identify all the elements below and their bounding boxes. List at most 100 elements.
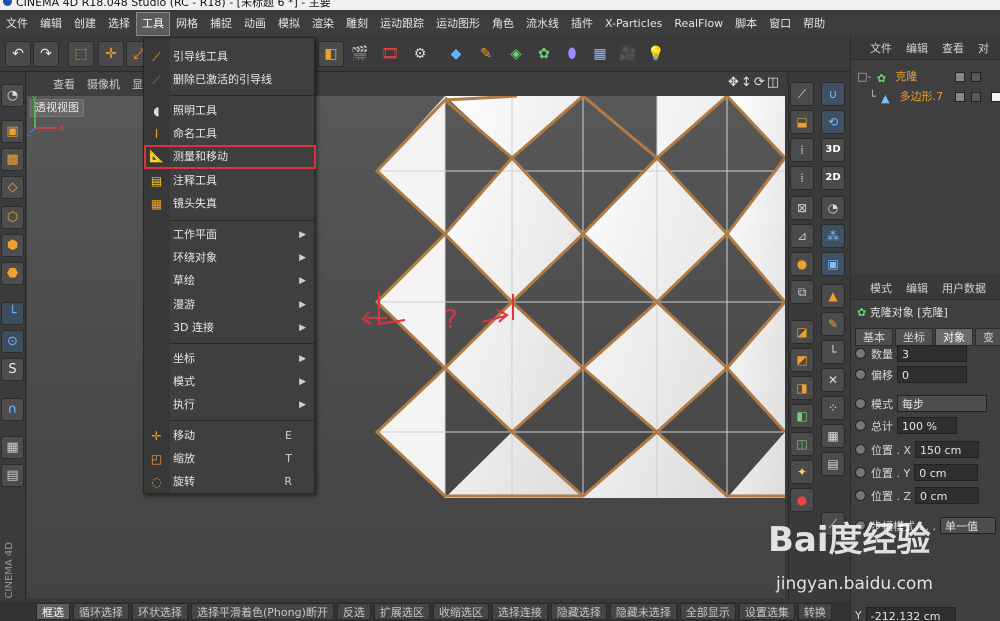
deformer-icon[interactable]: ⬮ [559,41,585,67]
menu-edit[interactable]: 编辑 [34,12,68,36]
menu-item-walkthrough[interactable]: 漫游 ▶ [144,294,314,316]
tab-transform[interactable]: 变 [975,328,1000,346]
menu-script[interactable]: 脚本 [729,12,763,36]
loop-icon[interactable]: ⟲ [821,110,845,134]
object-row-cloner[interactable]: □- ✿ 克隆 [857,68,917,86]
menu-item-annotation-tool[interactable]: ▤ 注释工具 [144,170,314,192]
menu-render[interactable]: 渲染 [306,12,340,36]
menu-item-naming-tool[interactable]: I 命名工具 [144,123,314,145]
menu-item-guide-tool[interactable]: ⟋ 引导线工具 [144,46,314,68]
menu-plugins[interactable]: 插件 [565,12,599,36]
uv-icon[interactable]: ◧ [790,404,814,428]
mirror-icon[interactable]: ⊿ [790,224,814,248]
floor-icon[interactable]: ▦ [587,41,613,67]
menu-help[interactable]: 帮助 [797,12,831,36]
menu-item-measure-move[interactable]: 📐 测量和移动 [144,145,316,169]
menu-animate[interactable]: 动画 [238,12,272,36]
viewport-menu-camera[interactable]: 摄像机 [81,76,126,92]
btn-phong-break-select[interactable]: 选择平滑着色(Phong)断开 [191,603,334,620]
menu-create[interactable]: 创建 [68,12,102,36]
cloner-tool-icon[interactable]: ✿ [531,41,557,67]
menu-character[interactable]: 角色 [486,12,520,36]
3d-snap-icon[interactable]: 3D [821,138,845,162]
menu-select[interactable]: 选择 [102,12,136,36]
om-menu-edit[interactable]: 编辑 [899,40,935,56]
am-menu-userdata[interactable]: 用户数据 [935,280,993,296]
btn-invert[interactable]: 反选 [336,603,371,620]
intersection-icon[interactable]: ✕ [821,368,845,392]
axis-snap-icon[interactable]: └ [821,340,845,364]
grid-dots-2-icon[interactable]: ⁞ [790,166,814,190]
render-settings-icon[interactable]: ⚙ [407,41,433,67]
animate-radio[interactable] [855,348,866,359]
grid-snap-icon[interactable]: ▤ [821,452,845,476]
cube-icon[interactable]: ◆ [443,41,469,67]
am-menu-edit[interactable]: 编辑 [899,280,935,296]
menu-sculpt[interactable]: 雕刻 [340,12,374,36]
tweak-mode-icon[interactable]: ⊙ [1,330,24,353]
animate-radio[interactable] [855,490,866,501]
midpoint-icon[interactable]: ⁘ [821,396,845,420]
viewport-menu-view[interactable]: 查看 [47,76,81,92]
menu-item-lighting-tool[interactable]: ◖ 照明工具 [144,100,314,122]
am-menu-mode[interactable]: 模式 [863,280,899,296]
sphere-icon[interactable]: ● [790,488,814,512]
lock-workplane-icon[interactable]: ▤ [1,464,24,487]
brush-icon[interactable]: ◩ [790,348,814,372]
points-mode-icon[interactable]: ⬡ [1,206,24,229]
menu-simulate[interactable]: 模拟 [272,12,306,36]
pen-spline-icon[interactable]: ✎ [473,41,499,67]
menu-item-move[interactable]: ✛ 移动 E [144,425,314,447]
smooth-icon[interactable]: ◨ [790,376,814,400]
edges-mode-icon[interactable]: ⬢ [1,234,24,257]
btn-hide-unselected[interactable]: 隐藏未选择 [609,603,677,620]
om-menu-objects[interactable]: 对 [971,40,996,56]
menu-item-modes[interactable]: 模式 ▶ [144,371,314,393]
animate-radio[interactable] [855,520,866,531]
polygon-snap-icon[interactable]: ▲ [821,284,845,308]
menu-item-scale[interactable]: ◰ 缩放 T [144,448,314,470]
solo-mode-icon[interactable]: S [1,358,24,381]
polygons-mode-icon[interactable]: ⬣ [1,262,24,285]
animate-radio[interactable] [855,398,866,409]
layer-toggle[interactable] [955,92,965,102]
render-picture-viewer-icon[interactable]: 🎞 [377,41,403,67]
menu-item-execute[interactable]: 执行 ▶ [144,394,314,416]
xyz-icon[interactable]: ● [790,252,814,276]
position-z-field[interactable]: 0 cm [915,487,980,504]
btn-loop-select[interactable]: 循环选择 [73,603,129,620]
position-x-field[interactable]: 150 cm [915,441,980,458]
menu-x-particles[interactable]: X-Particles [599,12,668,36]
magnet-icon[interactable]: ∪ [821,82,845,106]
tag-icon[interactable] [991,92,1000,102]
total-field[interactable]: 100 % [897,417,957,434]
workplane-mode-icon[interactable]: ◔ [1,84,24,107]
menu-item-3d-connexion[interactable]: 3D 连接 ▶ [144,317,314,339]
menu-item-coordinates[interactable]: 坐标 ▶ [144,348,314,370]
y-field[interactable]: -212.132 cm [865,607,956,621]
menu-item-workplane[interactable]: 工作平面 ▶ [144,224,314,246]
btn-grow-selection[interactable]: 扩展选区 [373,603,430,620]
render-view-icon[interactable]: 🎬 [347,41,373,67]
menu-item-rotate[interactable]: ◌ 旋转 R [144,471,314,493]
animate-radio[interactable] [855,444,866,455]
visibility-toggle[interactable] [971,72,981,82]
menu-pipeline[interactable]: 流水线 [520,12,565,36]
om-menu-view[interactable]: 查看 [935,40,971,56]
subdivision-icon[interactable]: ◈ [503,41,529,67]
btn-rect-select[interactable]: 框选 [36,603,70,620]
paint-icon[interactable]: ◪ [790,320,814,344]
model-mode-icon[interactable]: ▣ [1,120,24,143]
knife-icon[interactable]: ⟋ [790,82,814,106]
position-y-field[interactable]: 0 cm [914,464,979,481]
btn-convert[interactable]: 转换 [797,603,832,620]
btn-ring-select[interactable]: 环状选择 [132,603,188,620]
btn-show-all[interactable]: 全部显示 [679,603,736,620]
grid-dots-icon[interactable]: ⁞ [790,138,814,162]
visibility-toggle[interactable] [971,92,981,102]
extrude-icon[interactable]: ⬓ [790,110,814,134]
count-field[interactable]: 3 [897,345,967,362]
viewport-nav-icons[interactable]: ✥↕⟳◫ [728,75,781,90]
animate-radio[interactable] [855,467,866,478]
menu-file[interactable]: 文件 [0,12,34,36]
